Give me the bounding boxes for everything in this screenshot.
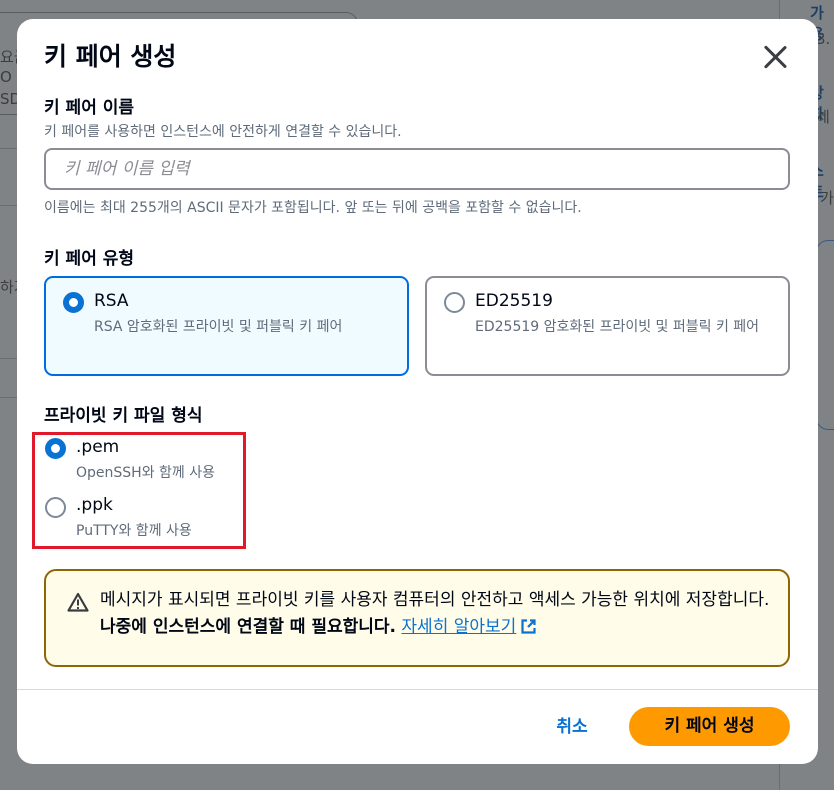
key-type-description: ED25519 암호화된 프라이빗 및 퍼블릭 키 페어 — [475, 319, 760, 335]
radio-selected-icon — [63, 292, 84, 313]
warning-text: 메시지가 표시되면 프라이빗 키를 사용자 컴퓨터의 안전하고 액세스 가능한 … — [100, 590, 770, 610]
bg-card — [816, 240, 834, 430]
key-type-title: ED25519 — [475, 291, 553, 311]
radio-unselected-icon — [444, 292, 465, 313]
private-key-format-label: 프라이빗 키 파일 형식 — [44, 406, 203, 426]
create-key-pair-dialog: 키 페어 생성 키 페어 이름 키 페어를 사용하면 인스턴스에 안전하게 연결… — [17, 19, 818, 764]
key-pair-type-label: 키 페어 유형 — [44, 249, 135, 269]
key-pair-name-input[interactable] — [44, 148, 790, 190]
key-pair-name-description: 키 페어를 사용하면 인스턴스에 안전하게 연결할 수 있습니다. — [44, 124, 402, 140]
key-type-rsa-tile[interactable]: RSA RSA 암호화된 프라이빗 및 퍼블릭 키 페어 — [44, 276, 409, 376]
key-pair-name-label: 키 페어 이름 — [44, 98, 135, 118]
create-key-pair-button[interactable]: 키 페어 생성 — [629, 707, 790, 746]
cancel-button[interactable]: 취소 — [538, 712, 606, 738]
external-link-icon[interactable] — [520, 618, 537, 635]
warning-icon — [67, 592, 89, 612]
key-pair-name-constraint: 이름에는 최대 255개의 ASCII 문자가 포함됩니다. 앞 또는 뒤에 공… — [44, 200, 582, 216]
key-type-ed25519-tile[interactable]: ED25519 ED25519 암호화된 프라이빗 및 퍼블릭 키 페어 — [425, 276, 790, 376]
close-icon[interactable] — [761, 43, 789, 71]
key-type-title: RSA — [94, 291, 129, 311]
warning-bold-text: 나중에 인스턴스에 연결할 때 필요합니다. — [100, 617, 397, 637]
learn-more-link[interactable]: 자세히 알아보기 — [401, 617, 516, 637]
format-ppk-radio[interactable] — [45, 497, 66, 518]
format-option-description: OpenSSH와 함께 사용 — [76, 465, 215, 481]
bg-text: 세 — [816, 108, 830, 126]
bg-text: 가 — [820, 189, 834, 207]
format-option-title[interactable]: .pem — [76, 437, 119, 457]
format-option-title[interactable]: .ppk — [76, 495, 113, 515]
warning-alert: 메시지가 표시되면 프라이빗 키를 사용자 컴퓨터의 안전하고 액세스 가능한 … — [44, 569, 790, 667]
warning-message: 메시지가 표시되면 프라이빗 키를 사용자 컴퓨터의 안전하고 액세스 가능한 … — [100, 587, 770, 641]
bg-text: 3. — [816, 30, 831, 48]
key-type-description: RSA 암호화된 프라이빗 및 퍼블릭 키 페어 — [94, 319, 343, 335]
format-pem-radio[interactable] — [45, 438, 66, 459]
format-option-description: PuTTY와 함께 사용 — [76, 523, 192, 539]
footer-divider — [17, 689, 818, 690]
dialog-title: 키 페어 생성 — [44, 42, 177, 71]
